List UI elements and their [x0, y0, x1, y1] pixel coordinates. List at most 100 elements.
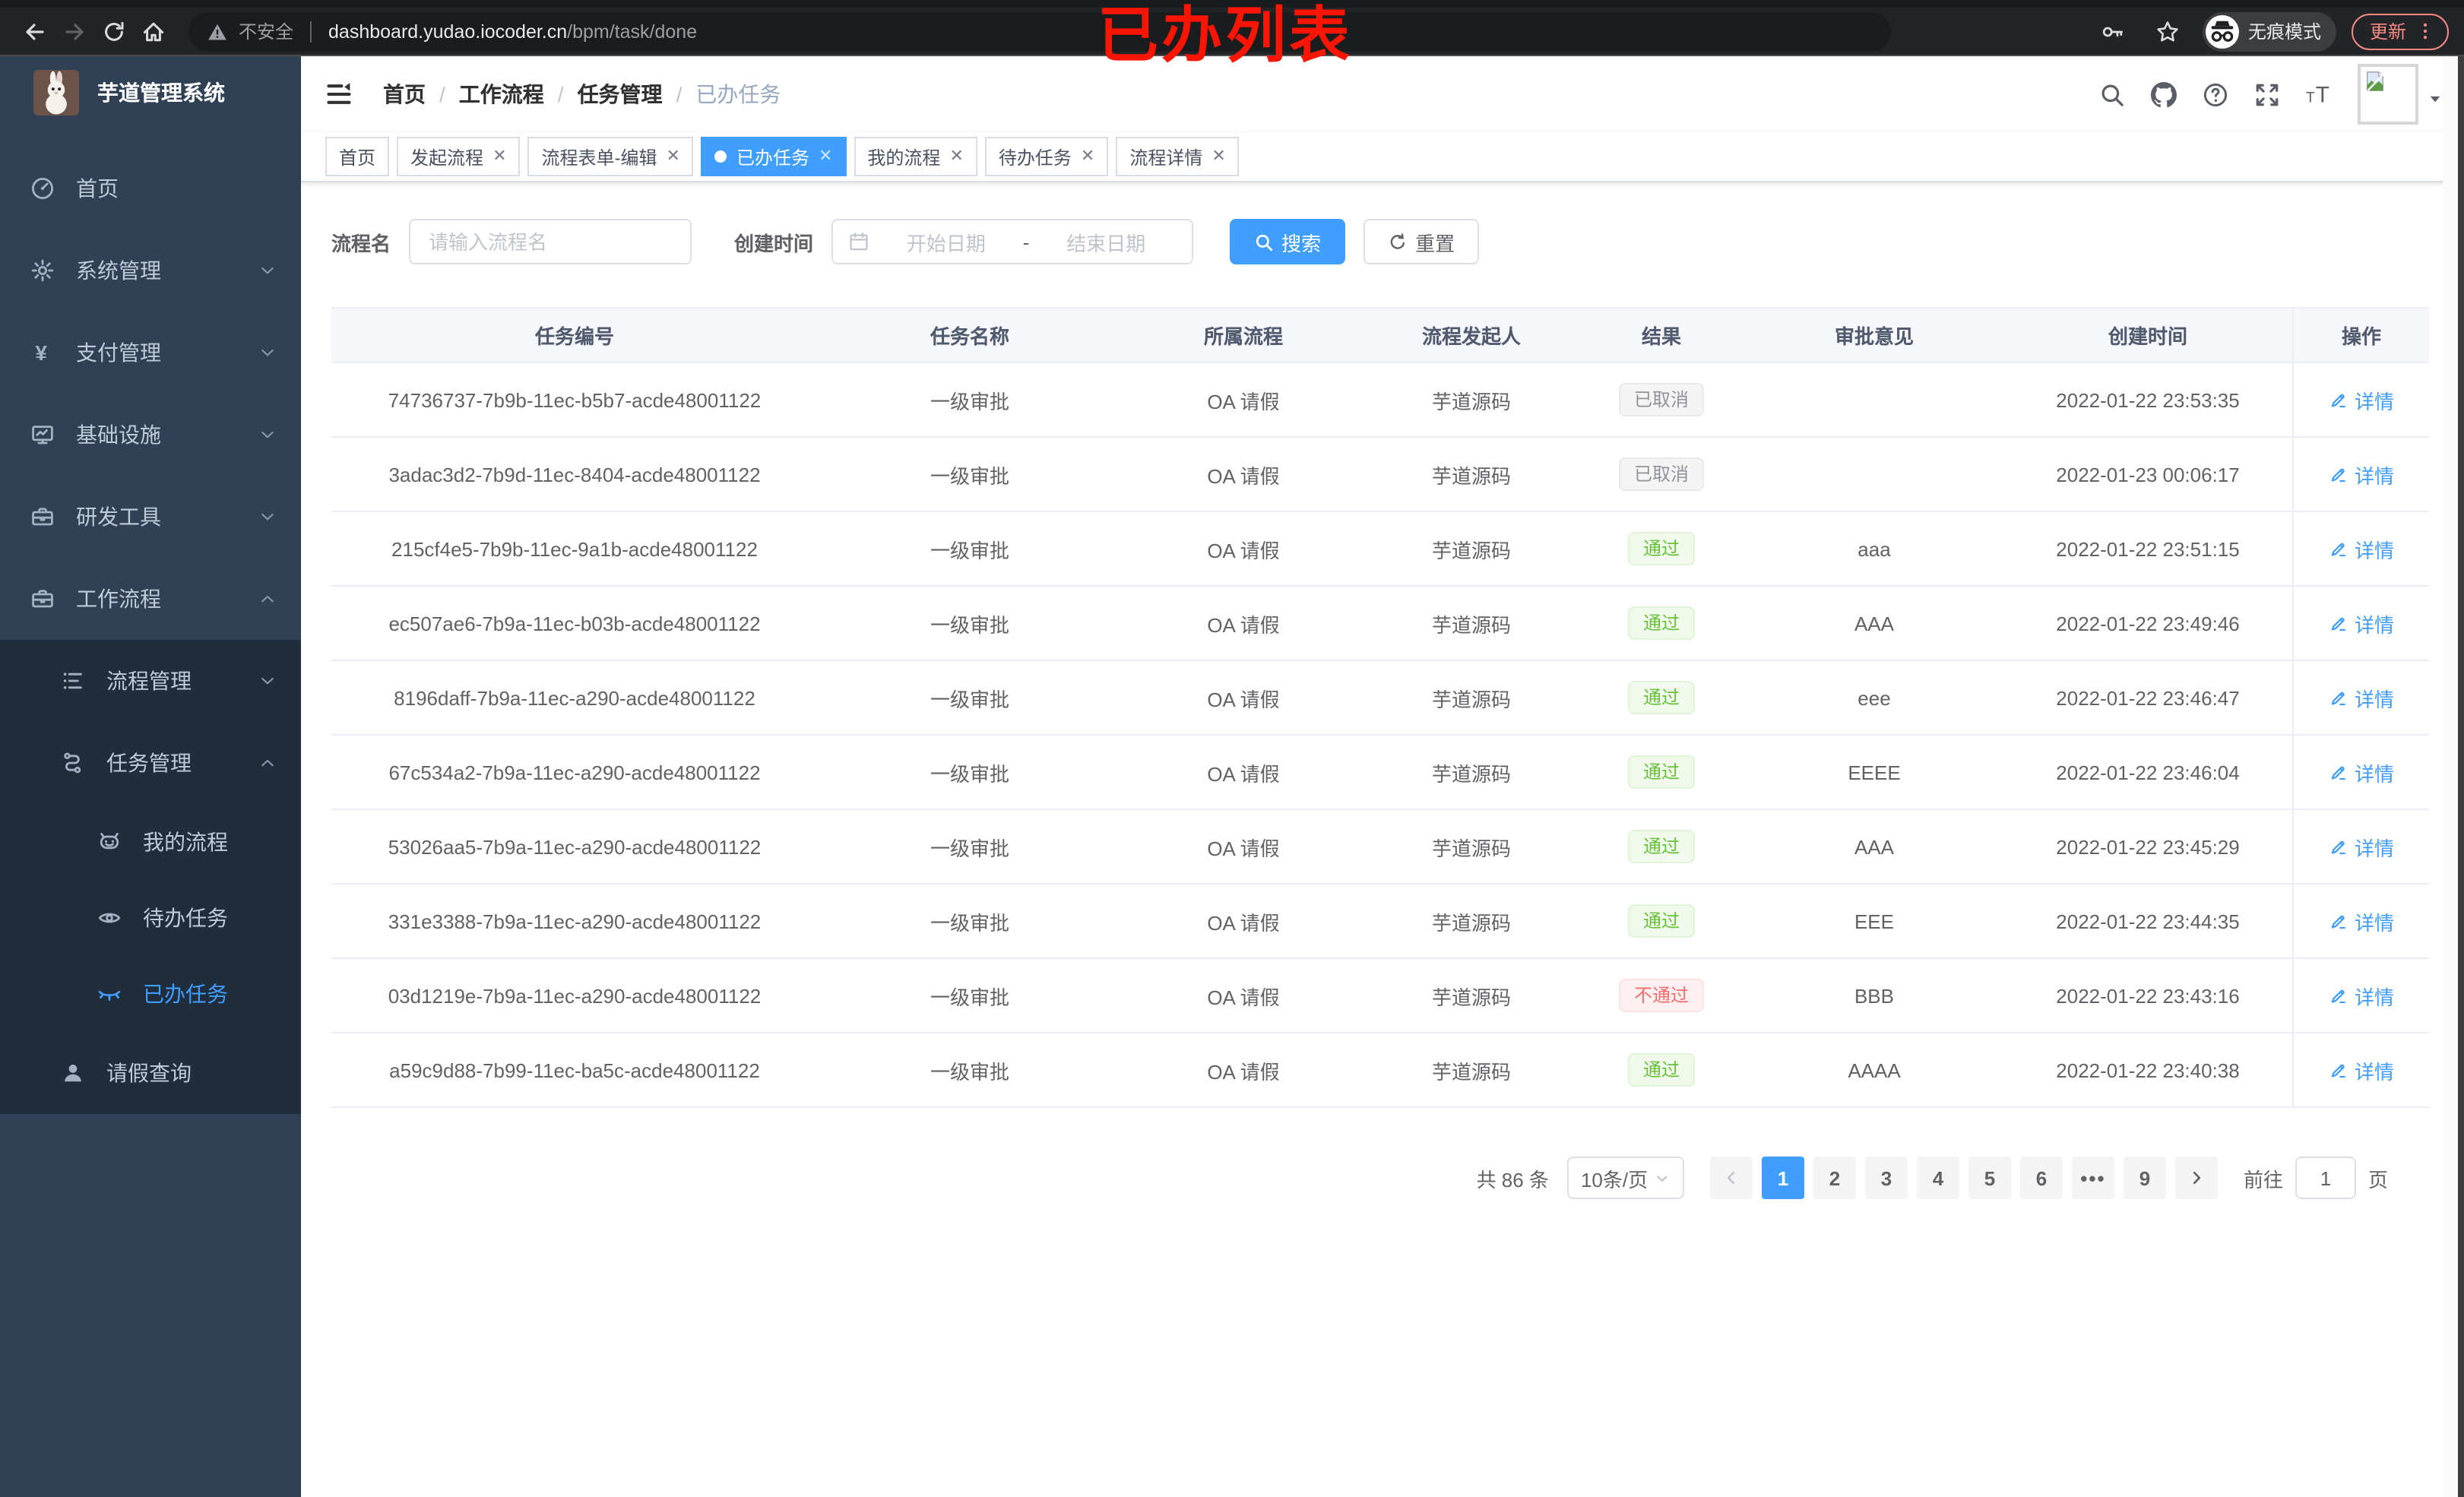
fullscreen-icon[interactable]: [2254, 81, 2280, 107]
sidebar-collapse-icon[interactable]: [325, 78, 359, 111]
sidebar-logo-row[interactable]: 芋道管理系统: [0, 56, 301, 129]
status-badge: 不通过: [1618, 979, 1704, 1012]
tab-form-edit[interactable]: 流程表单-编辑 ✕: [527, 137, 694, 176]
page-button-6[interactable]: 6: [2019, 1157, 2063, 1199]
detail-link[interactable]: 详情: [2329, 758, 2394, 786]
sidebar-item-home[interactable]: 首页: [0, 147, 301, 229]
window-scrollbar[interactable]: [2458, 56, 2464, 1497]
close-icon[interactable]: ✕: [819, 147, 832, 165]
goto-page-input[interactable]: [2295, 1157, 2356, 1199]
tab-todo-tasks[interactable]: 待办任务 ✕: [984, 137, 1109, 176]
pen-icon: [2329, 464, 2348, 484]
cell-starter: 芋道源码: [1431, 688, 1511, 711]
search-button[interactable]: 搜索: [1230, 219, 1346, 264]
pen-icon: [2329, 1060, 2348, 1080]
sidebar-item-done-tasks[interactable]: 已办任务: [0, 956, 301, 1032]
tab-done-tasks[interactable]: 已办任务 ✕: [701, 137, 847, 176]
dashboard-icon: [30, 176, 55, 201]
breadcrumb-item[interactable]: 任务管理: [578, 79, 663, 109]
table-row: 8196daff-7b9a-11ec-a290-acde48001122 一级审批…: [331, 661, 2429, 736]
breadcrumb-item[interactable]: 工作流程: [459, 79, 544, 109]
browser-update-button[interactable]: 更新: [2351, 13, 2449, 49]
eye-open-icon: [97, 906, 122, 930]
tab-start-process[interactable]: 发起流程 ✕: [397, 137, 521, 176]
sidebar-item-dev-tools[interactable]: 研发工具: [0, 476, 301, 558]
detail-link[interactable]: 详情: [2329, 609, 2394, 638]
help-icon[interactable]: [2203, 81, 2228, 107]
chevron-down-icon: [258, 672, 277, 690]
table-row: 53026aa5-7b9a-11ec-a290-acde48001122 一级审批…: [331, 810, 2429, 885]
detail-link[interactable]: 详情: [2329, 907, 2394, 935]
breadcrumb-item[interactable]: 首页: [383, 79, 426, 109]
page-button-3[interactable]: 3: [1864, 1157, 1908, 1199]
table-row: 215cf4e5-7b9b-11ec-9a1b-acde48001122 一级审批…: [331, 512, 2429, 587]
cell-task-name: 一级审批: [930, 390, 1009, 413]
sidebar-item-task-mgmt[interactable]: 任务管理: [0, 722, 301, 804]
pager-ellipsis[interactable]: •••: [2071, 1157, 2114, 1199]
detail-link[interactable]: 详情: [2329, 385, 2394, 414]
done-task-table: 任务编号 任务名称 所属流程 流程发起人 结果 审批意见 创建时间 操作 74736737-7…: [331, 307, 2429, 1108]
sidebar-item-system[interactable]: 系统管理: [0, 229, 301, 312]
detail-link[interactable]: 详情: [2329, 981, 2394, 1010]
password-key-icon[interactable]: [2093, 11, 2133, 51]
cell-process: OA 请假: [1207, 464, 1280, 487]
cell-create-time: 2022-01-22 23:46:04: [2056, 761, 2240, 783]
pager-prev-button[interactable]: [1709, 1157, 1753, 1199]
address-bar[interactable]: 不安全 dashboard.yudao.iocoder.cn/bpm/task/…: [188, 11, 1891, 51]
tab-process-detail[interactable]: 流程详情 ✕: [1116, 137, 1240, 176]
close-icon[interactable]: ✕: [949, 147, 963, 165]
page-size-select[interactable]: 10条/页: [1566, 1157, 1684, 1199]
cell-process: OA 请假: [1207, 539, 1280, 562]
sidebar-item-process-mgmt[interactable]: 流程管理: [0, 640, 301, 722]
user-avatar[interactable]: [2358, 64, 2443, 125]
date-range-picker[interactable]: 开始日期 - 结束日期: [831, 219, 1194, 264]
sidebar-item-leave-query[interactable]: 请假查询: [0, 1032, 301, 1114]
browser-forward-icon[interactable]: [55, 11, 94, 51]
browser-reload-icon[interactable]: [94, 11, 134, 51]
detail-link[interactable]: 详情: [2329, 683, 2394, 712]
page-button-1[interactable]: 1: [1761, 1157, 1804, 1199]
bookmark-star-icon[interactable]: [2148, 11, 2187, 51]
flow-icon: [61, 751, 85, 775]
close-icon[interactable]: ✕: [1081, 147, 1094, 165]
sidebar-item-workflow[interactable]: 工作流程: [0, 558, 301, 640]
close-icon[interactable]: ✕: [492, 147, 506, 165]
table-row: a59c9d88-7b99-11ec-ba5c-acde48001122 一级审批…: [331, 1033, 2429, 1108]
table-row: ec507ae6-7b9a-11ec-b03b-acde48001122 一级审批…: [331, 587, 2429, 661]
eye-closed-icon: [97, 982, 122, 1006]
cell-actions: 详情: [2292, 885, 2429, 957]
security-warning-icon[interactable]: [207, 21, 228, 42]
sidebar-item-infrastructure[interactable]: 基础设施: [0, 394, 301, 476]
font-size-icon[interactable]: TT: [2306, 81, 2332, 107]
cell-task-name: 一级审批: [930, 539, 1009, 562]
sidebar-item-my-process[interactable]: 我的流程: [0, 804, 301, 880]
detail-link[interactable]: 详情: [2329, 460, 2394, 489]
chevron-down-icon: [258, 508, 277, 526]
cell-starter: 芋道源码: [1431, 464, 1511, 487]
tab-my-process[interactable]: 我的流程 ✕: [854, 137, 977, 176]
detail-link[interactable]: 详情: [2329, 534, 2394, 563]
detail-link[interactable]: 详情: [2329, 832, 2394, 861]
page-button-9[interactable]: 9: [2123, 1157, 2166, 1199]
pen-icon: [2329, 390, 2348, 410]
kebab-menu-icon[interactable]: [2415, 21, 2435, 41]
search-icon[interactable]: [2099, 81, 2125, 107]
cell-task-name: 一级审批: [930, 762, 1009, 785]
reset-button[interactable]: 重置: [1363, 219, 1480, 264]
page-button-2[interactable]: 2: [1813, 1157, 1856, 1199]
process-name-input[interactable]: [409, 219, 692, 264]
sidebar-item-payment[interactable]: ¥ 支付管理: [0, 312, 301, 394]
browser-back-icon[interactable]: [15, 11, 55, 51]
page-button-4[interactable]: 4: [1916, 1157, 1959, 1199]
sidebar-item-todo-tasks[interactable]: 待办任务: [0, 880, 301, 956]
close-icon[interactable]: ✕: [667, 147, 680, 165]
page-button-5[interactable]: 5: [1968, 1157, 2011, 1199]
incognito-badge[interactable]: 无痕模式: [2202, 11, 2336, 51]
tab-home[interactable]: 首页: [325, 137, 390, 176]
browser-home-icon[interactable]: [134, 11, 173, 51]
close-icon[interactable]: ✕: [1211, 147, 1225, 165]
tab-label: 我的流程: [867, 147, 941, 168]
pager-next-button[interactable]: [2174, 1157, 2218, 1199]
github-icon[interactable]: [2151, 81, 2177, 107]
detail-link[interactable]: 详情: [2329, 1055, 2394, 1084]
